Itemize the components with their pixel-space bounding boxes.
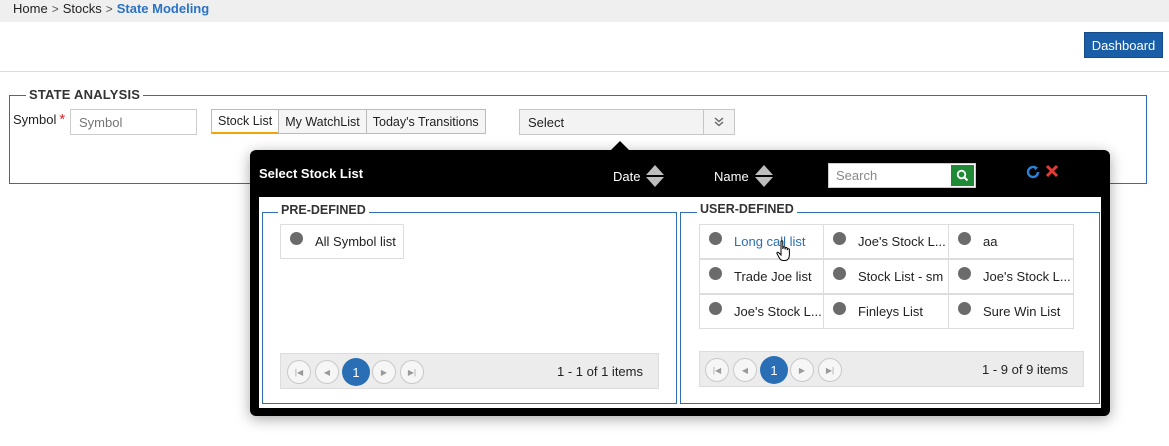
list-tabs: Stock List My WatchList Today's Transiti… <box>211 109 486 134</box>
radio-icon <box>958 232 971 245</box>
stock-list-select[interactable]: Select <box>519 109 735 135</box>
radio-icon <box>709 232 722 245</box>
popup-pointer <box>611 141 629 150</box>
list-item[interactable]: Sure Win List <box>948 294 1074 329</box>
page-number[interactable]: 1 <box>342 358 370 386</box>
list-item-label: Joe's Stock L... <box>734 304 822 319</box>
sort-date-label: Date <box>613 168 641 184</box>
hand-cursor-icon <box>776 240 790 261</box>
radio-icon <box>833 302 846 315</box>
list-item-label: Joe's Stock L... <box>983 269 1071 284</box>
userdefined-pager: |◀ ◀ 1 ▶ ▶| 1 - 9 of 9 items <box>699 351 1084 387</box>
list-item-label: Long call list <box>734 234 806 249</box>
dashboard-button[interactable]: Dashboard <box>1084 32 1163 58</box>
list-item-label: Trade Joe list <box>734 269 812 284</box>
radio-icon <box>709 267 722 280</box>
first-page-icon[interactable]: |◀ <box>287 360 311 384</box>
breadcrumb-separator: > <box>51 1 59 16</box>
tab-stock-list[interactable]: Stock List <box>211 109 280 134</box>
tab-my-watchlist[interactable]: My WatchList <box>278 109 367 134</box>
double-chevron-down-icon[interactable] <box>703 110 734 134</box>
breadcrumb-current: State Modeling <box>116 1 210 16</box>
list-item-label: Finleys List <box>858 304 924 319</box>
required-mark: * <box>59 111 66 128</box>
radio-icon <box>958 267 971 280</box>
state-analysis-legend: STATE ANALYSIS <box>26 87 144 102</box>
page: Home > Stocks > State Modeling Dashboard… <box>0 0 1169 446</box>
sort-icon[interactable] <box>646 164 665 188</box>
radio-icon <box>709 302 722 315</box>
divider <box>0 71 1169 72</box>
tab-todays-transitions[interactable]: Today's Transitions <box>365 109 486 134</box>
first-page-icon[interactable]: |◀ <box>705 358 729 382</box>
popup-body: PRE-DEFINED All Symbol list |◀ ◀ 1 ▶ ▶| … <box>259 197 1101 408</box>
symbol-label: Symbol * <box>13 111 65 128</box>
popup-search: Search <box>828 163 976 188</box>
radio-icon <box>833 232 846 245</box>
list-item[interactable]: Joe's Stock L... <box>948 259 1074 294</box>
close-icon[interactable] <box>1045 162 1059 183</box>
last-page-icon[interactable]: ▶| <box>818 358 842 382</box>
list-item[interactable]: Long call list <box>699 224 824 259</box>
symbol-label-text: Symbol <box>13 112 57 127</box>
prev-page-icon[interactable]: ◀ <box>733 358 757 382</box>
radio-icon <box>290 232 303 245</box>
list-item-label: aa <box>983 234 998 249</box>
list-item[interactable]: Joe's Stock L... <box>699 294 824 329</box>
next-page-icon[interactable]: ▶ <box>790 358 814 382</box>
breadcrumb-separator: > <box>105 1 113 16</box>
refresh-icon[interactable] <box>1025 164 1041 185</box>
search-input[interactable]: Search <box>829 168 951 183</box>
list-item-label: Sure Win List <box>983 304 1061 319</box>
predefined-pager: |◀ ◀ 1 ▶ ▶| 1 - 1 of 1 items <box>280 353 659 389</box>
popup-title: Select Stock List <box>259 166 364 181</box>
sort-by-date[interactable]: Date <box>613 164 665 188</box>
list-item[interactable]: Stock List - sm <box>823 259 949 294</box>
list-item-all-symbol[interactable]: All Symbol list <box>280 224 404 259</box>
prev-page-icon[interactable]: ◀ <box>315 360 339 384</box>
search-icon[interactable] <box>951 165 974 186</box>
userdefined-legend: USER-DEFINED <box>697 202 797 216</box>
sort-by-name[interactable]: Name <box>714 164 773 188</box>
radio-icon <box>833 267 846 280</box>
symbol-input[interactable] <box>70 109 197 135</box>
select-stock-list-popup: Select Stock List Date Name Search PRE-D… <box>250 141 1110 416</box>
page-number[interactable]: 1 <box>760 356 788 384</box>
last-page-icon[interactable]: ▶| <box>400 360 424 384</box>
list-item[interactable]: Joe's Stock L... <box>823 224 949 259</box>
pager-info: 1 - 9 of 9 items <box>982 362 1068 377</box>
list-item-label: Stock List - sm <box>858 269 944 284</box>
pager-info: 1 - 1 of 1 items <box>557 364 643 379</box>
breadcrumb-stocks[interactable]: Stocks <box>63 1 102 16</box>
breadcrumb-bar: Home > Stocks > State Modeling <box>0 0 1169 22</box>
breadcrumb: Home > Stocks > State Modeling <box>13 1 209 16</box>
select-value: Select <box>528 114 565 130</box>
breadcrumb-home[interactable]: Home <box>13 1 48 16</box>
list-item[interactable]: Trade Joe list <box>699 259 824 294</box>
list-item[interactable]: Finleys List <box>823 294 949 329</box>
list-item-label: All Symbol list <box>315 234 396 249</box>
predefined-legend: PRE-DEFINED <box>278 203 369 217</box>
sort-icon[interactable] <box>754 164 773 188</box>
sort-name-label: Name <box>714 168 749 184</box>
radio-icon <box>958 302 971 315</box>
list-item[interactable]: aa <box>948 224 1074 259</box>
list-item-label: Joe's Stock L... <box>858 234 946 249</box>
next-page-icon[interactable]: ▶ <box>372 360 396 384</box>
